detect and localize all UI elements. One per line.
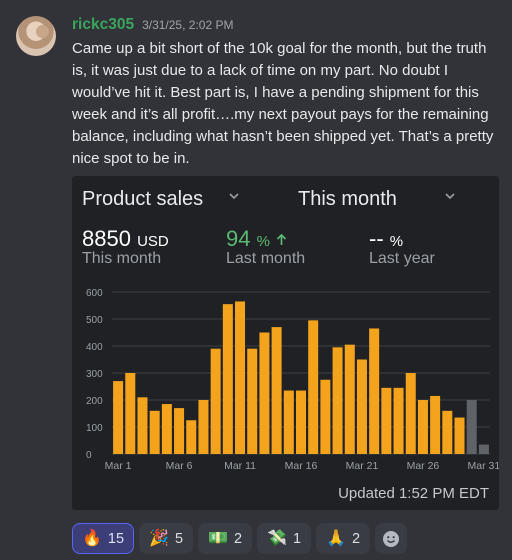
bar	[125, 373, 136, 454]
stat-last-year-value: -- %	[369, 226, 403, 252]
bar	[137, 397, 148, 454]
period-select: This month	[298, 188, 397, 210]
reaction-emoji: 💸	[267, 529, 287, 547]
chevron-down-icon	[445, 193, 455, 200]
author-avatar[interactable]	[16, 16, 56, 56]
reaction-button[interactable]: 💵 2	[198, 523, 253, 554]
stat-label: Last month	[226, 250, 306, 267]
reaction-button[interactable]: 🔥 15	[72, 523, 135, 554]
stat-unit: %	[256, 233, 270, 250]
bar	[430, 395, 441, 454]
bar	[198, 400, 209, 454]
y-tick-label: 400	[86, 342, 103, 353]
stat-last-month-value: 94 %	[226, 226, 287, 252]
bar	[344, 344, 355, 454]
stat-unit: %	[389, 233, 404, 250]
reaction-button[interactable]: 💸 1	[257, 523, 312, 554]
bar	[161, 404, 172, 454]
sales-bar-chart: 0 100 200 300 400 500 600 Mar 1 Mar 6 Mar 11 Mar 1…	[86, 288, 499, 472]
x-tick-label: Mar 1	[105, 460, 132, 472]
bar	[478, 444, 489, 454]
bar	[235, 301, 246, 454]
bar	[296, 390, 306, 454]
bar	[247, 348, 258, 454]
add-reaction-button[interactable]	[375, 523, 408, 554]
bar	[417, 400, 428, 454]
image-attachment[interactable]: Product sales This month 8850 USD This m…	[72, 176, 499, 510]
smiley-plus-icon	[383, 530, 400, 547]
bar	[271, 327, 282, 454]
bar	[405, 373, 416, 454]
reaction-button[interactable]: 🎉 5	[139, 523, 194, 554]
bar	[393, 387, 404, 454]
stat-this-month-value: 8850 USD	[82, 226, 169, 252]
message-timestamp[interactable]: 3/31/25, 2:02 PM	[142, 18, 233, 32]
bar	[466, 400, 477, 454]
bar	[174, 408, 185, 454]
y-tick-label: 0	[86, 450, 92, 461]
reaction-emoji: 🙏	[326, 529, 346, 547]
x-tick-label: Mar 11	[224, 460, 256, 472]
bar	[210, 348, 221, 454]
bar	[381, 387, 392, 454]
y-tick-label: 100	[86, 423, 103, 434]
reaction-count: 1	[292, 530, 302, 547]
stat-label: This month	[82, 250, 162, 267]
reaction-count: 15	[107, 530, 125, 547]
reaction-bar: 🔥 15 🎉 5 💵 2 💸 1 🙏 2	[72, 523, 408, 554]
bar	[149, 410, 160, 454]
reaction-emoji: 🔥	[82, 529, 102, 547]
stat-value: 94	[226, 226, 251, 251]
bar	[113, 381, 124, 454]
bar	[308, 320, 319, 454]
message-text: Came up a bit short of the 10k goal for …	[72, 40, 494, 167]
y-tick-label: 300	[86, 369, 103, 380]
stat-label: Last year	[369, 250, 435, 267]
updated-text: Updated 1:52 PM EDT	[338, 485, 489, 502]
y-tick-label: 500	[86, 315, 103, 326]
x-tick-label: Mar 16	[285, 460, 318, 472]
bar	[259, 332, 270, 454]
bar	[356, 359, 367, 454]
x-tick-label: Mar 31	[468, 460, 499, 472]
metric-select: Product sales	[82, 188, 204, 210]
y-tick-label: 200	[86, 396, 103, 407]
message-header: rickc305 3/31/25, 2:02 PM	[72, 16, 233, 34]
y-tick-label: 600	[86, 288, 103, 299]
bar	[222, 304, 233, 454]
bar	[442, 410, 453, 454]
stat-value: 8850	[82, 226, 131, 251]
username[interactable]: rickc305	[72, 16, 134, 34]
stat-value: --	[369, 226, 384, 251]
x-tick-label: Mar 21	[346, 460, 379, 472]
arrow-up-icon	[276, 233, 287, 245]
bar	[320, 379, 331, 454]
bar	[454, 417, 465, 454]
reaction-count: 2	[351, 530, 361, 547]
reaction-count: 2	[233, 530, 243, 547]
bar	[186, 420, 197, 454]
x-tick-label: Mar 26	[407, 460, 440, 472]
reaction-emoji: 💵	[208, 529, 228, 547]
chevron-down-icon	[229, 193, 239, 200]
x-tick-label: Mar 6	[166, 460, 193, 472]
bar	[369, 328, 380, 454]
bar	[283, 390, 294, 454]
reaction-button[interactable]: 🙏 2	[316, 523, 371, 554]
bar	[332, 347, 343, 454]
reaction-count: 5	[174, 530, 184, 547]
reaction-emoji: 🎉	[149, 529, 169, 547]
stat-unit: USD	[137, 233, 169, 250]
